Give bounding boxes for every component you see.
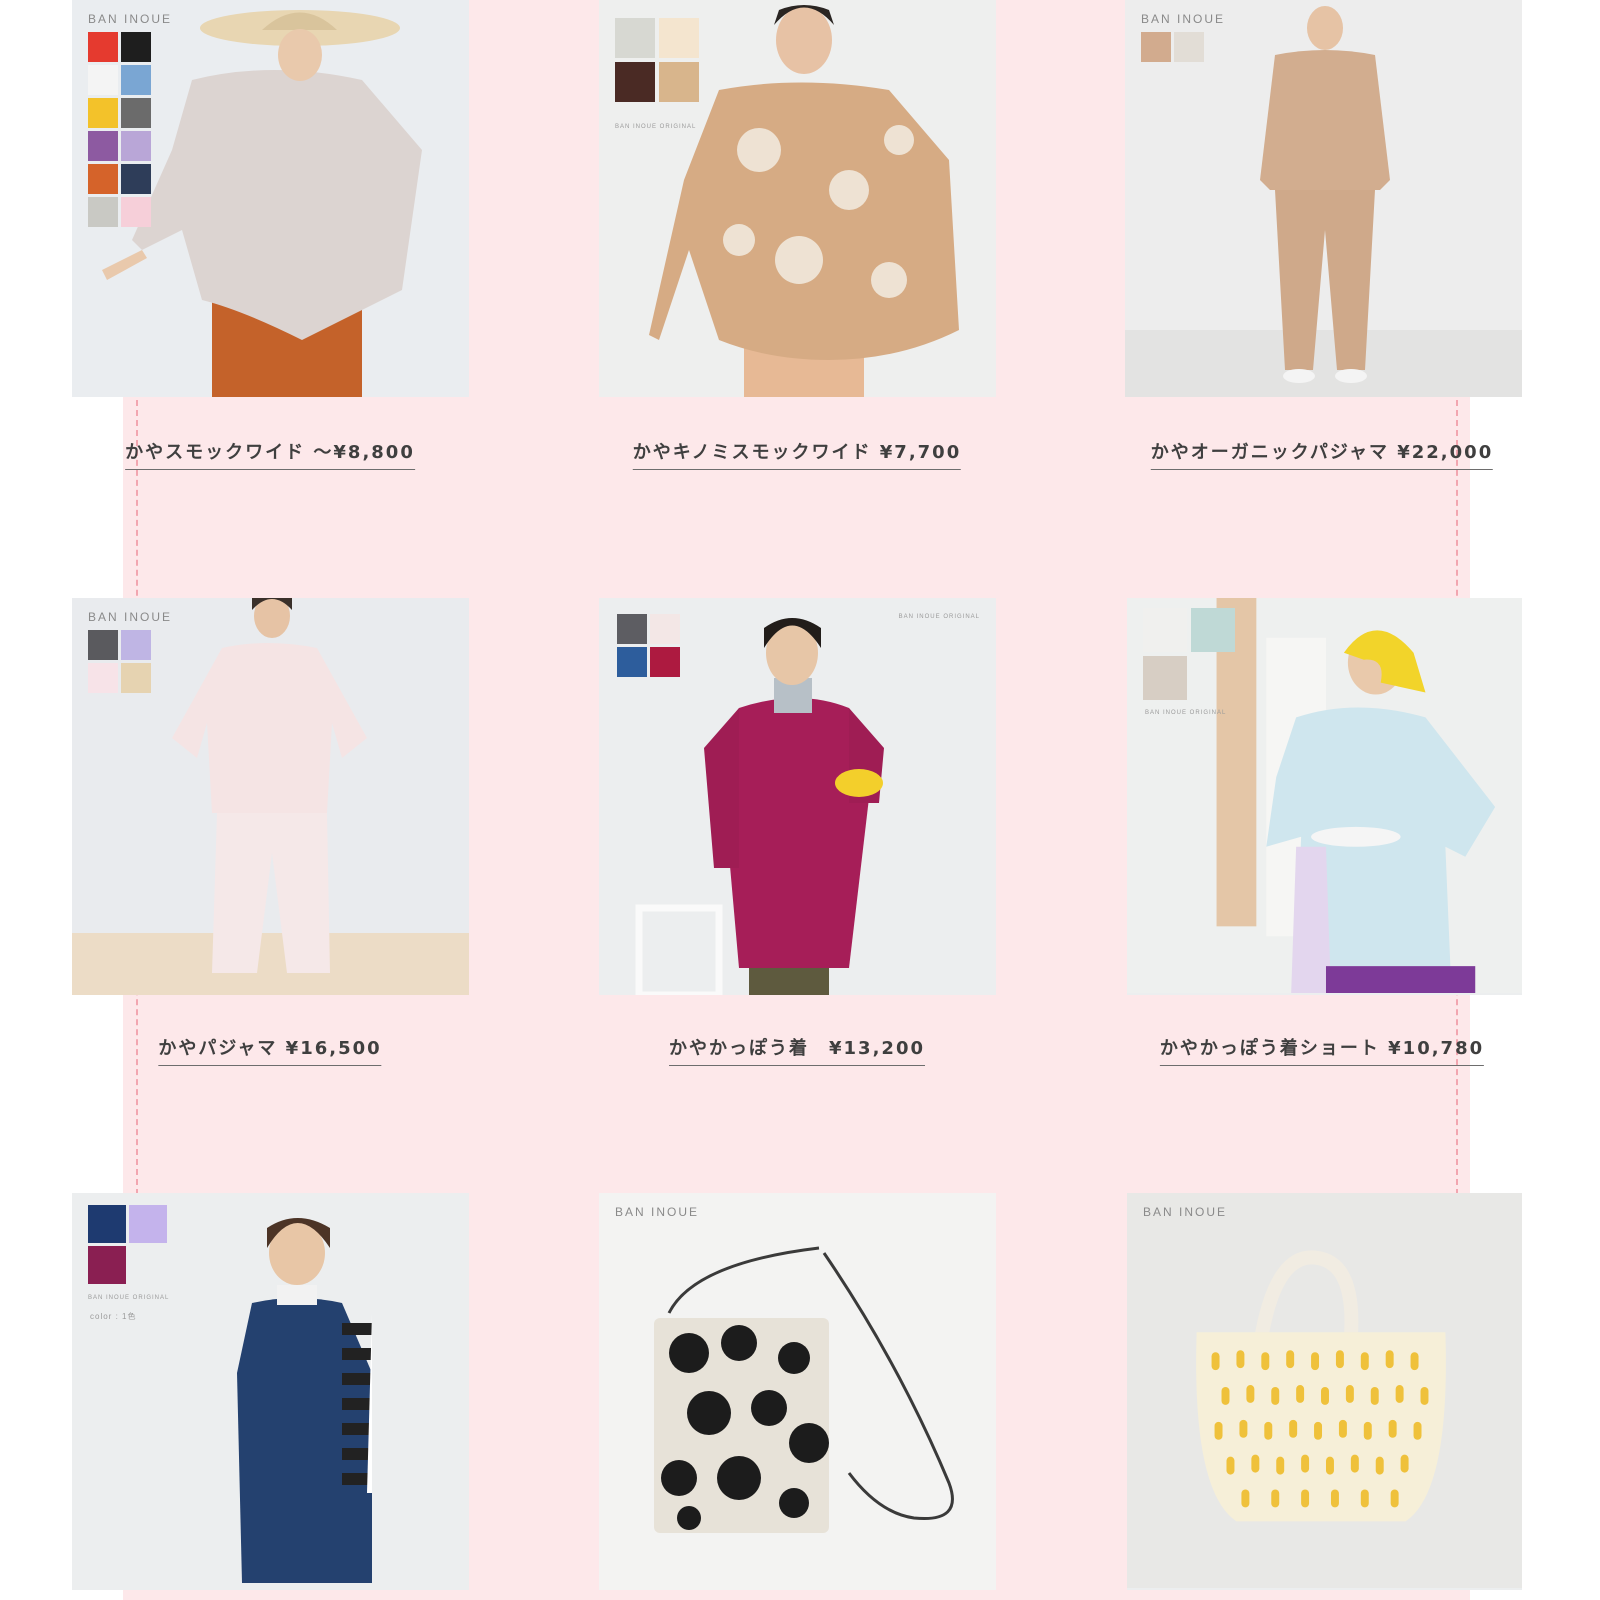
color-swatch-11 xyxy=(121,197,151,227)
color-swatch-2 xyxy=(615,62,655,102)
color-swatch-0 xyxy=(88,32,118,62)
color-swatch-2 xyxy=(617,647,647,677)
color-swatch-9 xyxy=(121,164,151,194)
color-swatches xyxy=(1143,608,1235,700)
color-swatch-3 xyxy=(121,663,151,693)
product-image-2[interactable]: BAN INOUE xyxy=(1125,0,1522,397)
shoulder-pochette-image xyxy=(599,1193,996,1590)
color-swatch-10 xyxy=(88,197,118,227)
brand-original-label: BAN INOUE ORIGINAL xyxy=(898,614,980,620)
product-caption-2[interactable]: かやオーガニックパジャマ ¥22,000 xyxy=(1150,438,1494,470)
product-caption-5[interactable]: かやかっぽう着ショート ¥10,780 xyxy=(1159,1034,1485,1066)
color-swatch-7 xyxy=(121,131,151,161)
color-swatch-0 xyxy=(88,630,118,660)
product-image-4[interactable]: BAN INOUE ORIGINAL xyxy=(599,598,996,995)
brand-original-label: BAN INOUE ORIGINAL xyxy=(1145,710,1227,716)
color-swatch-3 xyxy=(121,65,151,95)
yellow-tote-image xyxy=(1127,1193,1522,1588)
brand-original-label: BAN INOUE ORIGINAL xyxy=(88,1295,170,1301)
product-image-7[interactable]: BAN INOUE xyxy=(599,1193,996,1590)
color-swatches xyxy=(88,32,151,227)
color-swatches xyxy=(1141,32,1204,62)
color-swatches xyxy=(88,630,151,693)
product-caption-0[interactable]: かやスモックワイド ～¥8,800 xyxy=(125,438,415,470)
color-swatch-5 xyxy=(121,98,151,128)
color-swatch-0 xyxy=(1143,608,1187,652)
color-swatch-1 xyxy=(659,18,699,58)
product-image-0[interactable]: BAN INOUE xyxy=(72,0,469,397)
brand-original-label: BAN INOUE ORIGINAL xyxy=(615,124,697,130)
color-swatch-6 xyxy=(88,131,118,161)
product-caption-4[interactable]: かやかっぽう着 ¥13,200 xyxy=(669,1034,925,1066)
brand-label: BAN INOUE xyxy=(615,1205,700,1219)
color-count-note: color : 1色 xyxy=(90,1312,137,1321)
color-swatch-1 xyxy=(121,630,151,660)
color-swatches xyxy=(88,1205,167,1284)
brand-label: BAN INOUE xyxy=(88,610,173,624)
color-swatch-4 xyxy=(88,98,118,128)
color-swatches xyxy=(615,18,699,102)
product-caption-1[interactable]: かやキノミスモックワイド ¥7,700 xyxy=(632,438,962,470)
color-swatch-1 xyxy=(1174,32,1204,62)
color-swatch-0 xyxy=(88,1205,126,1243)
color-swatch-3 xyxy=(650,647,680,677)
color-swatch-2 xyxy=(88,663,118,693)
brand-label: BAN INOUE xyxy=(88,12,173,26)
color-swatch-0 xyxy=(617,614,647,644)
color-swatch-1 xyxy=(129,1205,167,1243)
color-swatch-2 xyxy=(1143,656,1187,700)
brand-label: BAN INOUE xyxy=(1143,1205,1228,1219)
color-swatch-3 xyxy=(659,62,699,102)
color-swatch-0 xyxy=(1141,32,1171,62)
product-image-8[interactable]: BAN INOUE xyxy=(1127,1193,1522,1590)
color-swatch-2 xyxy=(88,65,118,95)
color-swatch-1 xyxy=(121,32,151,62)
product-image-5[interactable]: BAN INOUE ORIGINAL xyxy=(1127,598,1522,995)
brand-label: BAN INOUE xyxy=(1141,12,1226,26)
color-swatch-8 xyxy=(88,164,118,194)
product-caption-3[interactable]: かやパジャマ ¥16,500 xyxy=(158,1034,382,1066)
product-image-3[interactable]: BAN INOUE xyxy=(72,598,469,995)
color-swatches xyxy=(617,614,680,677)
product-image-6[interactable]: BAN INOUE ORIGINAL color : 1色 xyxy=(72,1193,469,1590)
color-swatch-0 xyxy=(615,18,655,58)
product-image-1[interactable]: BAN INOUE ORIGINAL xyxy=(599,0,996,397)
color-swatch-2 xyxy=(88,1246,126,1284)
color-swatch-1 xyxy=(650,614,680,644)
color-swatch-1 xyxy=(1191,608,1235,652)
